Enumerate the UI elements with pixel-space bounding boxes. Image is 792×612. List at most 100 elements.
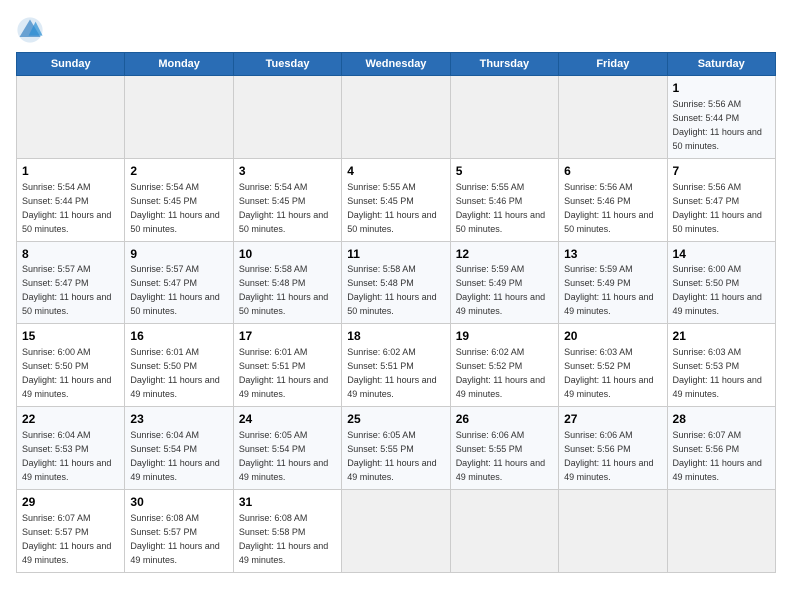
day-info: Sunrise: 6:04 AMSunset: 5:53 PMDaylight:… (22, 430, 111, 482)
day-info: Sunrise: 6:06 AMSunset: 5:56 PMDaylight:… (564, 430, 653, 482)
day-cell (667, 489, 775, 572)
day-number: 12 (456, 246, 553, 263)
day-cell: 9 Sunrise: 5:57 AMSunset: 5:47 PMDayligh… (125, 241, 233, 324)
logo (16, 16, 48, 44)
day-info: Sunrise: 5:58 AMSunset: 5:48 PMDaylight:… (347, 264, 436, 316)
day-info: Sunrise: 6:08 AMSunset: 5:57 PMDaylight:… (130, 513, 219, 565)
day-cell: 10 Sunrise: 5:58 AMSunset: 5:48 PMDaylig… (233, 241, 341, 324)
day-cell: 19 Sunrise: 6:02 AMSunset: 5:52 PMDaylig… (450, 324, 558, 407)
day-cell: 30 Sunrise: 6:08 AMSunset: 5:57 PMDaylig… (125, 489, 233, 572)
day-number: 30 (130, 494, 227, 511)
day-number: 26 (456, 411, 553, 428)
day-number: 17 (239, 328, 336, 345)
day-cell: 14 Sunrise: 6:00 AMSunset: 5:50 PMDaylig… (667, 241, 775, 324)
day-cell: 7 Sunrise: 5:56 AMSunset: 5:47 PMDayligh… (667, 158, 775, 241)
day-cell: 15 Sunrise: 6:00 AMSunset: 5:50 PMDaylig… (17, 324, 125, 407)
day-number: 22 (22, 411, 119, 428)
header-cell-tuesday: Tuesday (233, 53, 341, 76)
day-cell (450, 489, 558, 572)
day-info: Sunrise: 5:55 AMSunset: 5:46 PMDaylight:… (456, 182, 545, 234)
header (16, 16, 776, 44)
day-number: 6 (564, 163, 661, 180)
day-info: Sunrise: 5:59 AMSunset: 5:49 PMDaylight:… (456, 264, 545, 316)
day-info: Sunrise: 5:57 AMSunset: 5:47 PMDaylight:… (22, 264, 111, 316)
day-cell (342, 489, 450, 572)
day-number: 1 (673, 80, 770, 97)
header-row: SundayMondayTuesdayWednesdayThursdayFrid… (17, 53, 776, 76)
day-number: 8 (22, 246, 119, 263)
week-row-4: 22 Sunrise: 6:04 AMSunset: 5:53 PMDaylig… (17, 407, 776, 490)
day-number: 10 (239, 246, 336, 263)
day-cell: 23 Sunrise: 6:04 AMSunset: 5:54 PMDaylig… (125, 407, 233, 490)
day-number: 25 (347, 411, 444, 428)
day-number: 29 (22, 494, 119, 511)
day-cell: 3 Sunrise: 5:54 AMSunset: 5:45 PMDayligh… (233, 158, 341, 241)
day-cell: 26 Sunrise: 6:06 AMSunset: 5:55 PMDaylig… (450, 407, 558, 490)
day-cell: 22 Sunrise: 6:04 AMSunset: 5:53 PMDaylig… (17, 407, 125, 490)
day-number: 20 (564, 328, 661, 345)
day-cell: 11 Sunrise: 5:58 AMSunset: 5:48 PMDaylig… (342, 241, 450, 324)
header-cell-wednesday: Wednesday (342, 53, 450, 76)
day-cell (559, 76, 667, 159)
day-number: 9 (130, 246, 227, 263)
page-container: SundayMondayTuesdayWednesdayThursdayFrid… (16, 16, 776, 573)
day-info: Sunrise: 6:04 AMSunset: 5:54 PMDaylight:… (130, 430, 219, 482)
day-number: 15 (22, 328, 119, 345)
day-info: Sunrise: 6:00 AMSunset: 5:50 PMDaylight:… (673, 264, 762, 316)
day-number: 24 (239, 411, 336, 428)
day-cell: 20 Sunrise: 6:03 AMSunset: 5:52 PMDaylig… (559, 324, 667, 407)
day-cell: 25 Sunrise: 6:05 AMSunset: 5:55 PMDaylig… (342, 407, 450, 490)
day-cell (125, 76, 233, 159)
header-cell-sunday: Sunday (17, 53, 125, 76)
day-info: Sunrise: 6:03 AMSunset: 5:53 PMDaylight:… (673, 347, 762, 399)
week-row-3: 15 Sunrise: 6:00 AMSunset: 5:50 PMDaylig… (17, 324, 776, 407)
day-info: Sunrise: 5:56 AMSunset: 5:44 PMDaylight:… (673, 99, 762, 151)
day-cell: 21 Sunrise: 6:03 AMSunset: 5:53 PMDaylig… (667, 324, 775, 407)
day-info: Sunrise: 5:56 AMSunset: 5:46 PMDaylight:… (564, 182, 653, 234)
day-cell (342, 76, 450, 159)
header-cell-monday: Monday (125, 53, 233, 76)
day-cell: 8 Sunrise: 5:57 AMSunset: 5:47 PMDayligh… (17, 241, 125, 324)
day-cell: 5 Sunrise: 5:55 AMSunset: 5:46 PMDayligh… (450, 158, 558, 241)
day-cell: 1 Sunrise: 5:56 AMSunset: 5:44 PMDayligh… (667, 76, 775, 159)
day-cell: 18 Sunrise: 6:02 AMSunset: 5:51 PMDaylig… (342, 324, 450, 407)
day-number: 7 (673, 163, 770, 180)
day-info: Sunrise: 5:54 AMSunset: 5:44 PMDaylight:… (22, 182, 111, 234)
week-row-0: 1 Sunrise: 5:56 AMSunset: 5:44 PMDayligh… (17, 76, 776, 159)
day-info: Sunrise: 6:05 AMSunset: 5:55 PMDaylight:… (347, 430, 436, 482)
day-number: 31 (239, 494, 336, 511)
day-number: 5 (456, 163, 553, 180)
day-number: 1 (22, 163, 119, 180)
day-info: Sunrise: 6:07 AMSunset: 5:57 PMDaylight:… (22, 513, 111, 565)
day-number: 2 (130, 163, 227, 180)
day-number: 4 (347, 163, 444, 180)
day-number: 18 (347, 328, 444, 345)
header-cell-friday: Friday (559, 53, 667, 76)
header-cell-thursday: Thursday (450, 53, 558, 76)
day-cell: 4 Sunrise: 5:55 AMSunset: 5:45 PMDayligh… (342, 158, 450, 241)
day-cell: 13 Sunrise: 5:59 AMSunset: 5:49 PMDaylig… (559, 241, 667, 324)
day-info: Sunrise: 6:01 AMSunset: 5:50 PMDaylight:… (130, 347, 219, 399)
day-info: Sunrise: 6:08 AMSunset: 5:58 PMDaylight:… (239, 513, 328, 565)
day-info: Sunrise: 6:02 AMSunset: 5:52 PMDaylight:… (456, 347, 545, 399)
week-row-5: 29 Sunrise: 6:07 AMSunset: 5:57 PMDaylig… (17, 489, 776, 572)
day-number: 3 (239, 163, 336, 180)
day-cell: 12 Sunrise: 5:59 AMSunset: 5:49 PMDaylig… (450, 241, 558, 324)
day-info: Sunrise: 5:58 AMSunset: 5:48 PMDaylight:… (239, 264, 328, 316)
day-cell (233, 76, 341, 159)
day-info: Sunrise: 5:59 AMSunset: 5:49 PMDaylight:… (564, 264, 653, 316)
week-row-1: 1 Sunrise: 5:54 AMSunset: 5:44 PMDayligh… (17, 158, 776, 241)
week-row-2: 8 Sunrise: 5:57 AMSunset: 5:47 PMDayligh… (17, 241, 776, 324)
day-info: Sunrise: 5:55 AMSunset: 5:45 PMDaylight:… (347, 182, 436, 234)
day-cell (450, 76, 558, 159)
day-number: 11 (347, 246, 444, 263)
day-number: 28 (673, 411, 770, 428)
day-cell: 1 Sunrise: 5:54 AMSunset: 5:44 PMDayligh… (17, 158, 125, 241)
day-number: 21 (673, 328, 770, 345)
day-info: Sunrise: 6:00 AMSunset: 5:50 PMDaylight:… (22, 347, 111, 399)
day-cell: 24 Sunrise: 6:05 AMSunset: 5:54 PMDaylig… (233, 407, 341, 490)
day-cell: 29 Sunrise: 6:07 AMSunset: 5:57 PMDaylig… (17, 489, 125, 572)
day-info: Sunrise: 5:56 AMSunset: 5:47 PMDaylight:… (673, 182, 762, 234)
calendar-table: SundayMondayTuesdayWednesdayThursdayFrid… (16, 52, 776, 573)
day-cell: 28 Sunrise: 6:07 AMSunset: 5:56 PMDaylig… (667, 407, 775, 490)
